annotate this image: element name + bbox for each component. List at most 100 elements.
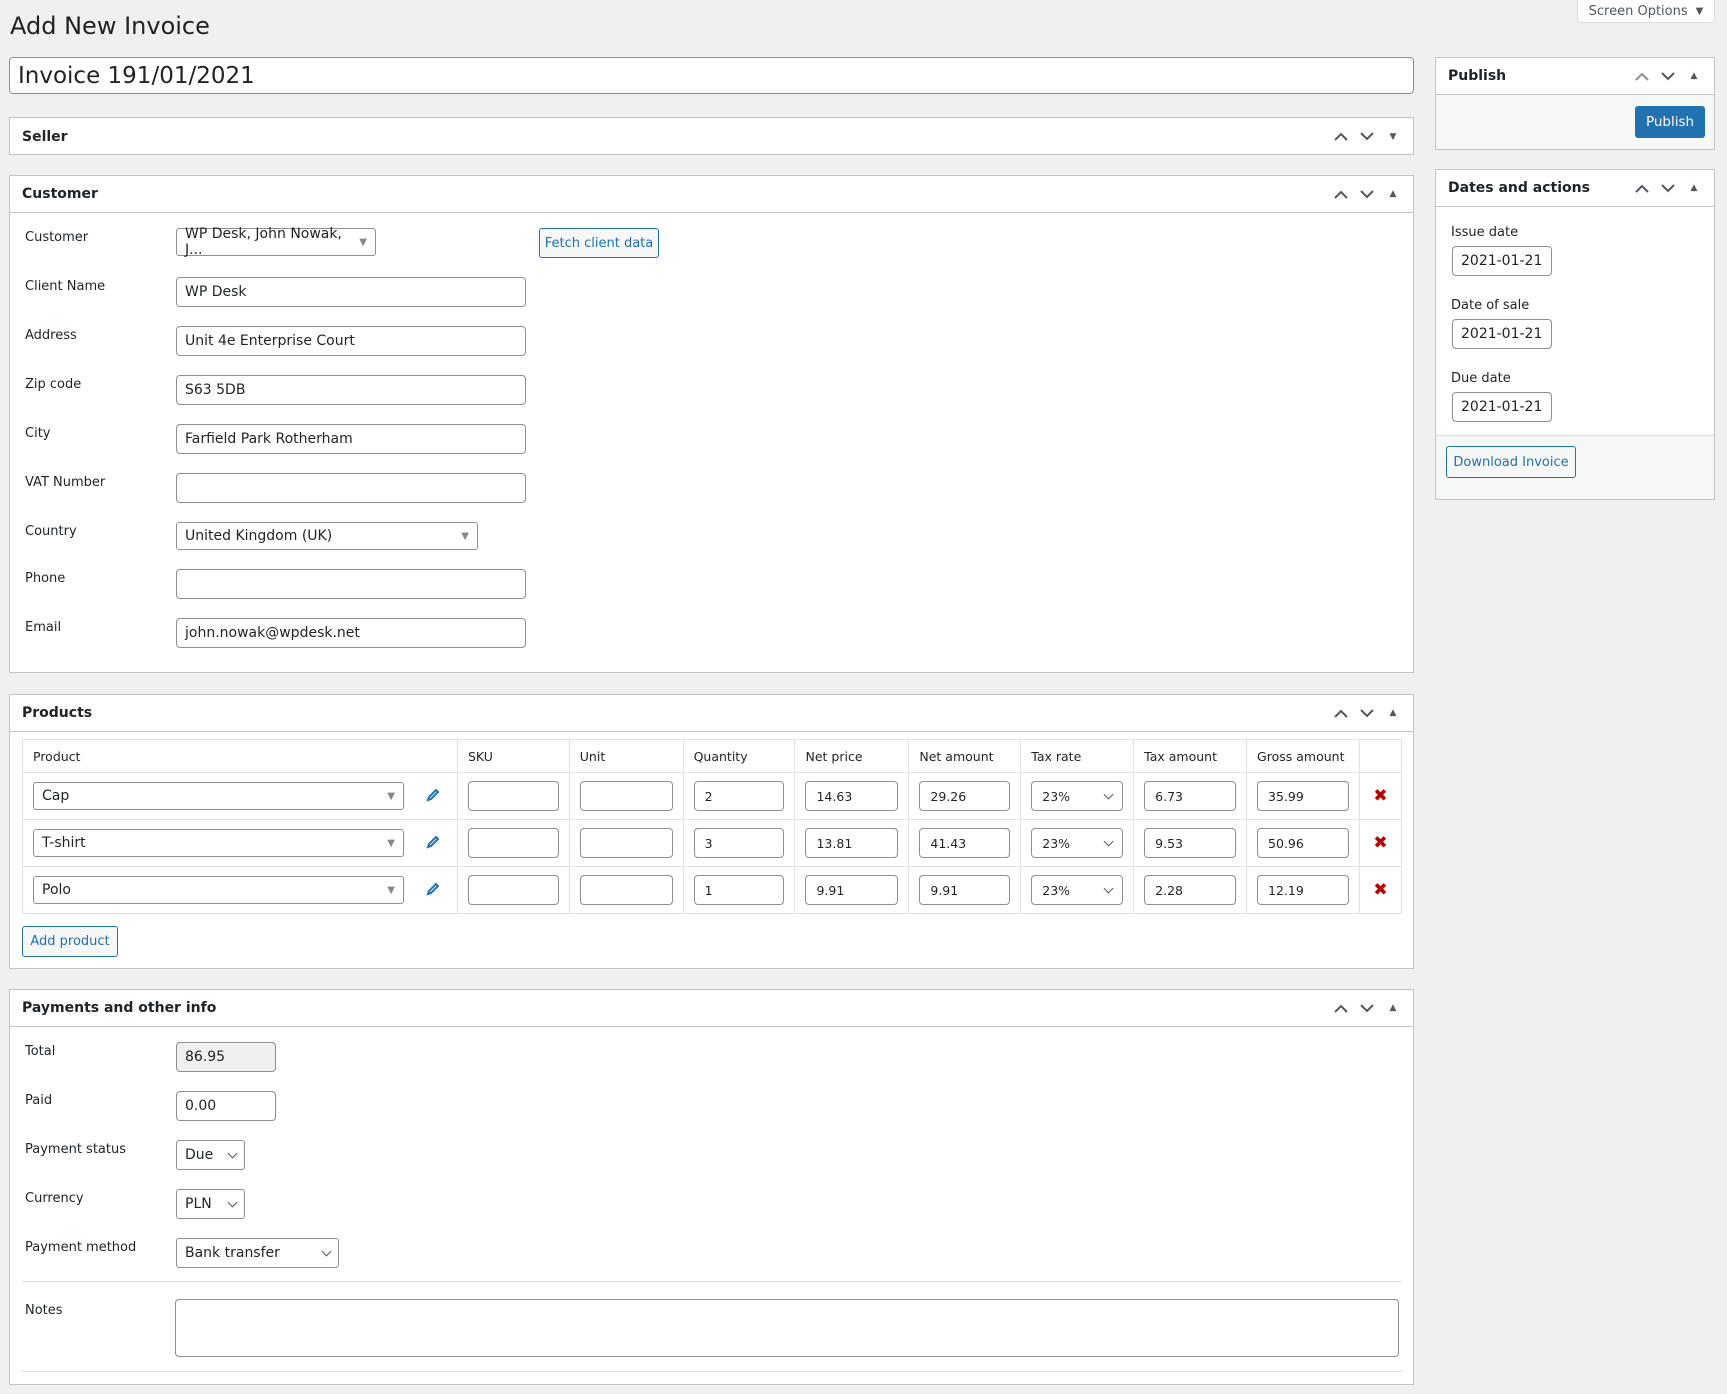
- table-row: T-shirt ▼ 3 13.81 41.43 23% 9.53 50.96 ✖: [22, 819, 1403, 867]
- move-down-icon[interactable]: [1660, 68, 1676, 84]
- publish-button[interactable]: Publish: [1635, 106, 1705, 138]
- chevron-down-icon: [227, 1148, 238, 1158]
- fetch-client-data-button[interactable]: Fetch client data: [539, 228, 659, 258]
- move-up-icon[interactable]: [1333, 186, 1349, 202]
- zip-input[interactable]: S63 5DB: [176, 375, 526, 405]
- col-unit: Unit: [568, 739, 684, 773]
- payment-method-select[interactable]: Bank transfer: [176, 1238, 339, 1268]
- move-down-icon[interactable]: [1359, 1000, 1375, 1016]
- net-amount-input[interactable]: 29.26: [919, 781, 1011, 811]
- phone-input[interactable]: [176, 569, 526, 599]
- move-down-icon[interactable]: [1359, 129, 1375, 145]
- gross-amount-input[interactable]: 50.96: [1257, 828, 1349, 858]
- screen-options-button[interactable]: Screen Options ▼: [1577, 0, 1715, 23]
- address-label: Address: [25, 328, 77, 343]
- customer-value: WP Desk, John Nowak, J...: [185, 226, 342, 258]
- product-select[interactable]: Polo ▼: [33, 876, 404, 904]
- tax-amount-input[interactable]: 2.28: [1144, 875, 1237, 905]
- products-header[interactable]: Products ▲: [10, 695, 1413, 732]
- move-down-icon[interactable]: [1359, 705, 1375, 721]
- move-up-icon[interactable]: [1634, 68, 1650, 84]
- seller-header[interactable]: Seller ▼: [10, 118, 1413, 155]
- vat-input[interactable]: [176, 473, 526, 503]
- client-name-input[interactable]: WP Desk: [176, 277, 526, 307]
- tax-rate-select[interactable]: 23%: [1031, 828, 1124, 858]
- col-tax-amount: Tax amount: [1133, 739, 1248, 773]
- net-price-input[interactable]: 14.63: [805, 781, 899, 811]
- customer-select[interactable]: WP Desk, John Nowak, J... ▼: [176, 226, 376, 258]
- caret-down-icon: ▼: [461, 530, 469, 542]
- toggle-up-icon[interactable]: ▲: [1385, 1000, 1401, 1016]
- move-up-icon[interactable]: [1333, 1000, 1349, 1016]
- toggle-down-icon[interactable]: ▼: [1385, 129, 1401, 145]
- sku-input[interactable]: [467, 828, 559, 858]
- unit-input[interactable]: [579, 828, 673, 858]
- move-up-icon[interactable]: [1333, 129, 1349, 145]
- city-label: City: [25, 426, 51, 441]
- net-amount-input[interactable]: 41.43: [919, 828, 1011, 858]
- edit-pencil-icon[interactable]: [426, 835, 440, 852]
- move-up-icon[interactable]: [1333, 705, 1349, 721]
- product-select[interactable]: T-shirt ▼: [33, 829, 404, 857]
- delete-row-icon[interactable]: ✖: [1358, 819, 1403, 867]
- delete-row-icon[interactable]: ✖: [1358, 772, 1403, 820]
- quantity-input[interactable]: 1: [693, 875, 785, 905]
- invoice-title-input[interactable]: Invoice 191/01/2021: [9, 57, 1414, 94]
- delete-row-icon[interactable]: ✖: [1358, 866, 1403, 914]
- dates-box: Dates and actions ▲ Issue date 2021-01-2…: [1435, 169, 1715, 500]
- gross-amount-input[interactable]: 35.99: [1257, 781, 1349, 811]
- tax-amount-input[interactable]: 9.53: [1144, 828, 1237, 858]
- page-title: Add New Invoice: [10, 12, 210, 40]
- issue-date-label: Issue date: [1451, 225, 1519, 240]
- seller-title: Seller: [22, 128, 68, 145]
- net-price-input[interactable]: 13.81: [805, 828, 899, 858]
- edit-pencil-icon[interactable]: [426, 882, 440, 899]
- product-select[interactable]: Cap ▼: [33, 782, 404, 810]
- move-down-icon[interactable]: [1660, 180, 1676, 196]
- email-input[interactable]: john.nowak@wpdesk.net: [176, 618, 526, 648]
- toggle-up-icon[interactable]: ▲: [1385, 705, 1401, 721]
- payment-method-value: Bank transfer: [185, 1245, 280, 1261]
- dates-header[interactable]: Dates and actions ▲: [1436, 170, 1714, 207]
- payment-status-select[interactable]: Due: [176, 1140, 245, 1170]
- toggle-up-icon[interactable]: ▲: [1385, 186, 1401, 202]
- unit-input[interactable]: [579, 875, 673, 905]
- move-up-icon[interactable]: [1634, 180, 1650, 196]
- customer-header[interactable]: Customer ▲: [10, 176, 1413, 213]
- country-select[interactable]: United Kingdom (UK) ▼: [176, 522, 478, 550]
- payments-header[interactable]: Payments and other info ▲: [10, 990, 1413, 1027]
- toggle-up-icon[interactable]: ▲: [1686, 68, 1702, 84]
- toggle-up-icon[interactable]: ▲: [1686, 180, 1702, 196]
- unit-input[interactable]: [579, 781, 673, 811]
- tax-rate-select[interactable]: 23%: [1031, 875, 1124, 905]
- city-input[interactable]: Farfield Park Rotherham: [176, 424, 526, 454]
- customer-label: Customer: [25, 230, 89, 245]
- gross-amount-input[interactable]: 12.19: [1257, 875, 1349, 905]
- edit-pencil-icon[interactable]: [426, 788, 440, 805]
- paid-input[interactable]: 0.00: [176, 1091, 276, 1121]
- tax-rate-select[interactable]: 23%: [1031, 781, 1124, 811]
- sale-date-input[interactable]: 2021-01-21: [1452, 319, 1552, 349]
- quantity-input[interactable]: 3: [693, 828, 785, 858]
- sku-input[interactable]: [467, 875, 559, 905]
- net-amount-input[interactable]: 9.91: [919, 875, 1011, 905]
- divider: [22, 1371, 1402, 1372]
- publish-box: Publish ▲ Publish: [1435, 57, 1715, 150]
- sku-input[interactable]: [467, 781, 559, 811]
- net-price-input[interactable]: 9.91: [805, 875, 899, 905]
- due-date-input[interactable]: 2021-01-21: [1452, 392, 1552, 422]
- col-net-amount: Net amount: [908, 739, 1022, 773]
- col-net-price: Net price: [794, 739, 910, 773]
- issue-date-input[interactable]: 2021-01-21: [1452, 246, 1552, 276]
- publish-header[interactable]: Publish ▲: [1436, 58, 1714, 95]
- download-invoice-button[interactable]: Download Invoice: [1446, 446, 1576, 478]
- add-product-button[interactable]: Add product: [22, 926, 118, 957]
- total-label: Total: [25, 1044, 56, 1059]
- address-input[interactable]: Unit 4e Enterprise Court: [176, 326, 526, 356]
- notes-textarea[interactable]: [175, 1299, 1399, 1357]
- tax-amount-input[interactable]: 6.73: [1144, 781, 1237, 811]
- quantity-input[interactable]: 2: [693, 781, 785, 811]
- currency-select[interactable]: PLN: [176, 1189, 245, 1219]
- move-down-icon[interactable]: [1359, 186, 1375, 202]
- payment-method-label: Payment method: [25, 1240, 137, 1255]
